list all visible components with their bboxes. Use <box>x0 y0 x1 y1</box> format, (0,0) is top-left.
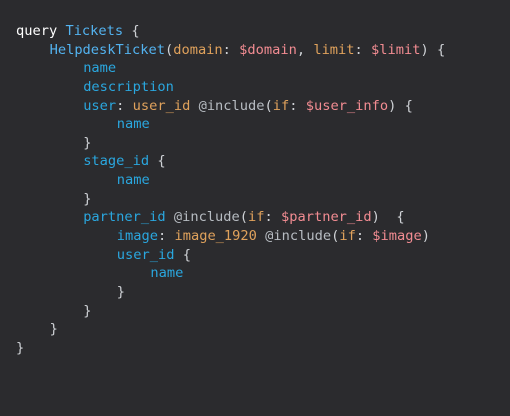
code-line-5: user: user_id @include(if: $user_info) { <box>16 97 510 116</box>
code-line-13: user_id { <box>16 246 510 265</box>
code-argument: user_id <box>132 97 191 114</box>
code-punctuation: ) { <box>420 41 446 58</box>
code-punctuation: { <box>174 246 191 263</box>
code-punctuation: { <box>149 153 166 170</box>
code-field: description <box>83 78 174 95</box>
code-punctuation: } <box>83 302 92 319</box>
code-variable: $user_info <box>305 97 389 114</box>
code-punctuation: } <box>83 134 92 151</box>
code-line-15: } <box>16 283 510 302</box>
code-punctuation: } <box>16 339 25 356</box>
code-field: name <box>116 172 150 189</box>
code-punctuation: : <box>116 97 133 114</box>
code-line-4: description <box>16 78 510 97</box>
code-field: user_id <box>116 246 175 263</box>
code-punctuation: : <box>354 41 372 58</box>
code-field: partner_id <box>83 209 166 226</box>
code-punctuation: ( <box>239 209 249 226</box>
code-punctuation: } <box>49 321 58 338</box>
code-line-7: } <box>16 134 510 153</box>
code-field: stage_id <box>83 153 150 170</box>
code-variable: $partner_id <box>281 209 372 226</box>
code-line-12: image: image_1920 @include(if: $image) <box>16 227 510 246</box>
code-punctuation <box>257 228 265 244</box>
code-line-18: } <box>16 339 510 358</box>
code-block: query Tickets {HelpdeskTicket(domain: $d… <box>16 22 510 358</box>
code-punctuation: : <box>355 228 373 245</box>
code-field: name <box>150 265 184 282</box>
code-punctuation: ) { <box>388 97 413 114</box>
code-variable: $domain <box>239 41 297 58</box>
code-type-name: HelpdeskTicket <box>49 41 165 58</box>
code-argument: limit <box>313 41 355 58</box>
code-line-8: stage_id { <box>16 152 510 171</box>
code-line-1: query Tickets { <box>16 22 510 41</box>
code-line-11: partner_id @include(if: $partner_id) { <box>16 208 510 227</box>
code-line-2: HelpdeskTicket(domain: $domain, limit: $… <box>16 41 510 60</box>
code-field: image <box>116 228 158 245</box>
code-line-17: } <box>16 320 510 339</box>
code-punctuation <box>190 98 198 114</box>
code-punctuation: } <box>116 283 126 300</box>
code-line-3: name <box>16 59 510 78</box>
code-line-10: } <box>16 190 510 209</box>
code-punctuation: ( <box>264 97 273 114</box>
code-punctuation: { <box>123 23 140 39</box>
code-punctuation <box>166 209 174 225</box>
code-keyword: query <box>16 23 58 39</box>
code-argument: if <box>248 209 265 226</box>
code-punctuation: : <box>158 228 175 245</box>
code-field: user <box>83 97 117 114</box>
code-variable: $image <box>372 228 422 245</box>
code-punctuation: ) { <box>371 209 405 226</box>
code-argument: image_1920 <box>174 228 257 245</box>
code-field: name <box>83 60 117 77</box>
code-line-16: } <box>16 302 510 321</box>
code-directive: @include <box>265 228 332 245</box>
code-argument: domain <box>173 41 223 58</box>
code-variable: $limit <box>371 41 421 58</box>
code-punctuation: ( <box>164 41 174 58</box>
code-punctuation: : <box>222 41 240 58</box>
code-punctuation: : <box>289 97 306 114</box>
code-punctuation: ) <box>421 228 430 245</box>
code-argument: if <box>339 228 356 245</box>
code-field: name <box>116 116 150 133</box>
code-line-9: name <box>16 171 510 190</box>
code-punctuation: : <box>264 209 281 226</box>
code-line-14: name <box>16 264 510 283</box>
code-line-6: name <box>16 115 510 134</box>
code-editor[interactable]: query Tickets {HelpdeskTicket(domain: $d… <box>0 0 510 416</box>
code-punctuation: , <box>296 41 314 58</box>
code-directive: @include <box>173 209 240 226</box>
code-argument: if <box>272 97 290 114</box>
code-directive: @include <box>198 97 265 114</box>
code-punctuation: } <box>83 190 92 207</box>
code-type-name: Tickets <box>65 23 124 39</box>
